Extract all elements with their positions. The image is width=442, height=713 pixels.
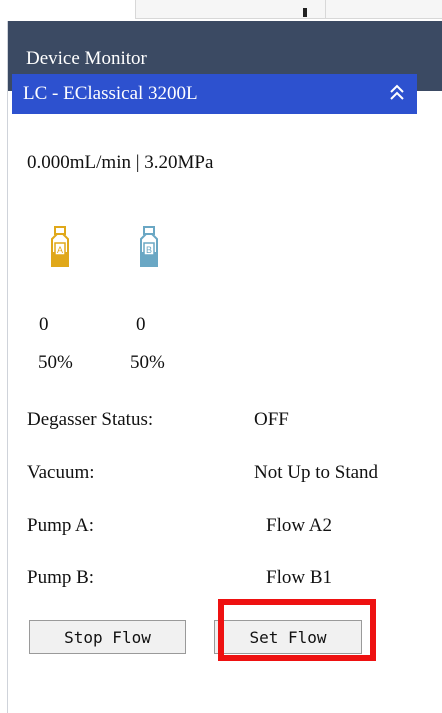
solvent-a-percent: 50%	[38, 352, 73, 373]
pump-b-label: Pump B:	[27, 567, 95, 588]
bottle-a-label: A	[57, 245, 63, 255]
panel-title: Device Monitor	[26, 48, 147, 69]
bottle-b-label: B	[146, 245, 152, 255]
vacuum-value: Not Up to Stand	[254, 462, 379, 483]
double-chevron-up-icon[interactable]	[387, 83, 407, 103]
pump-a-label: Pump A:	[27, 515, 95, 536]
device-header-bar[interactable]: LC - EClassical 3200L	[12, 74, 417, 114]
stop-flow-button[interactable]: Stop Flow	[29, 620, 186, 654]
pump-a-value: Flow A2	[266, 515, 332, 536]
top-toolbar-strip	[0, 0, 442, 21]
toolbar-marker	[303, 8, 307, 17]
solvent-b-value: 0	[136, 314, 146, 335]
toolbar-field-secondary[interactable]	[325, 0, 442, 19]
solvent-bottle-b-icon: B	[140, 226, 158, 267]
degasser-status-value: OFF	[254, 409, 289, 430]
solvent-a-value: 0	[39, 314, 49, 335]
set-flow-button[interactable]: Set Flow	[214, 620, 362, 654]
device-name: LC - EClassical 3200L	[23, 83, 198, 104]
toolbar-field[interactable]	[135, 0, 327, 19]
solvent-b-percent: 50%	[130, 352, 165, 373]
flow-pressure-status: 0.000mL/min | 3.20MPa	[27, 152, 214, 173]
solvent-bottle-a-icon: A	[51, 226, 69, 267]
vacuum-label: Vacuum:	[27, 462, 95, 483]
degasser-status-label: Degasser Status:	[27, 409, 154, 430]
pump-b-value: Flow B1	[266, 567, 332, 588]
